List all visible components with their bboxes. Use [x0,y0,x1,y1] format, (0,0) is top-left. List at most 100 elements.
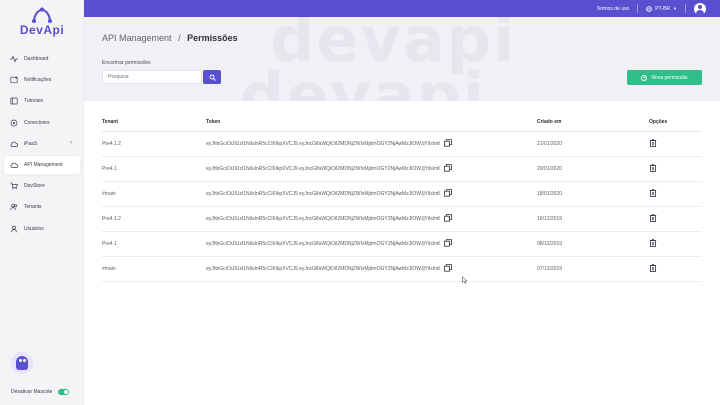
language-selector[interactable]: PT-BR ▼ [646,6,677,12]
user-avatar[interactable] [694,2,706,15]
column-header-options: Opções [649,118,668,125]
table-row: Pre4.1 eyJhbGciOiJIUzI1NiIsInR5cCI6IkpXV… [102,232,702,257]
page-header: devapi devapi API Management / Permissõe… [84,17,720,101]
table-row: Pre4.1.2 eyJhbGciOiJIUzI1NiIsInR5cCI6Ikp… [102,207,702,232]
sidebar-item-label: Tenants [24,204,42,211]
created-cell: 20/01/2020 [537,166,563,172]
mascot-eye-right [23,359,26,362]
new-permission-button[interactable]: + Nova permissão [627,70,702,85]
sidebar-item-notificacoes[interactable]: Notificações [4,71,80,89]
table-row: #main eyJhbGciOiJIUzI1NiIsInR5cCI6IkpXVC… [102,257,702,282]
mascot-eye-left [19,359,22,362]
cart-icon [10,182,18,190]
sidebar-item-devstore[interactable]: DevStore [4,177,80,195]
options-cell [649,264,702,274]
created-cell: 10/12/2019 [537,216,563,222]
trash-icon[interactable] [649,214,657,224]
sidebar-item-label: Notificações [24,77,52,84]
mouse-cursor-icon [462,276,468,284]
sidebar-item-dashboard[interactable]: Dashboard [4,50,80,68]
token-text: eyJhbGciOiJIUzI1NiIsInR5cCI6IkpXVCJ9.eyJ… [206,191,440,197]
search-button[interactable] [203,70,221,84]
user-icon [10,225,18,233]
created-cell: 07/12/2019 [537,266,563,272]
cloud-icon [10,161,18,169]
search-input[interactable] [102,70,202,84]
table-header: Tenant Token Criado em Opções [102,112,702,132]
cloud-upload-icon [10,140,18,148]
sidebar-item-label: API Management [24,161,63,168]
options-cell [649,214,702,224]
created-cell: 18/01/2020 [537,191,563,197]
token-text: eyJhbGciOiJIUzI1NiIsInR5cCI6IkpXVCJ9.eyJ… [206,216,440,222]
trash-icon[interactable] [649,239,657,249]
mascot-avatar[interactable] [11,352,33,374]
trash-icon[interactable] [649,189,657,199]
page-title: Permissões [187,33,238,43]
language-label: PT-BR [655,5,671,12]
token-text: eyJhbGciOiJIUzI1NiIsInR5cCI6IkpXVCJ9.eyJ… [206,266,440,272]
sidebar-item-label: Tutoriais [24,98,43,105]
copy-icon[interactable] [444,264,452,274]
options-cell [649,139,702,149]
sidebar-item-ipaas[interactable]: iPaaS › [4,135,80,153]
trash-icon[interactable] [649,139,657,149]
topbar: Termos de uso PT-BR ▼ [84,0,720,17]
sidebar-nav: Dashboard Notificações Tutoriais Conecto… [4,50,80,241]
breadcrumb: API Management / Permissões [102,33,238,43]
sidebar-item-api-management[interactable]: API Management [4,155,80,174]
sidebar-item-usuarios[interactable]: Usuários [4,220,80,238]
logo-cloud-icon [32,7,52,23]
topbar-divider [637,4,639,13]
search-label: Encontrar permissões [102,60,151,66]
column-header-tenant: Tenant [102,118,119,125]
chevron-right-icon: › [70,139,72,146]
table-row: Pre4.1.2 eyJhbGciOiJIUzI1NiIsInR5cCI6Ikp… [102,132,702,157]
sidebar-item-label: iPaaS [24,140,38,147]
tenant-cell: Pre4.1.2 [102,141,121,147]
token-cell: eyJhbGciOiJIUzI1NiIsInR5cCI6IkpXVCJ9.eyJ… [206,189,537,199]
mascot-toggle-label: Desativar Mascote [11,389,53,395]
devapi-logo[interactable]: DevApi [14,7,70,37]
topbar-divider [685,4,686,13]
breadcrumb-parent[interactable]: API Management [102,33,172,43]
token-text: eyJhbGciOiJIUzI1NiIsInR5cCI6IkpXVCJ9.eyJ… [206,166,440,172]
sidebar-item-label: Conectores [24,119,50,126]
copy-icon[interactable] [444,214,452,224]
token-text: eyJhbGciOiJIUzI1NiIsInR5cCI6IkpXVCJ9.eyJ… [206,241,440,247]
copy-icon[interactable] [444,189,452,199]
trash-icon[interactable] [649,264,657,274]
terms-link[interactable]: Termos de uso [597,6,630,12]
notification-icon [10,76,18,84]
sidebar-item-tenants[interactable]: Tenants [4,198,80,216]
copy-icon[interactable] [444,139,452,149]
token-cell: eyJhbGciOiJIUzI1NiIsInR5cCI6IkpXVCJ9.eyJ… [206,239,537,249]
pulse-icon [10,55,18,63]
sidebar-item-label: DevStore [24,183,45,190]
mascot-toggle-switch[interactable] [58,389,70,395]
copy-icon[interactable] [444,164,452,174]
options-cell [649,239,702,249]
sidebar-item-tutoriais[interactable]: Tutoriais [4,92,80,110]
mascot-body [16,356,28,370]
trash-icon[interactable] [649,164,657,174]
created-cell: 21/01/2020 [537,141,563,147]
token-cell: eyJhbGciOiJIUzI1NiIsInR5cCI6IkpXVCJ9.eyJ… [206,214,537,224]
tenant-cell: Pre4.1 [102,166,117,172]
logo-text: DevApi [19,23,65,37]
token-cell: eyJhbGciOiJIUzI1NiIsInR5cCI6IkpXVCJ9.eyJ… [206,264,537,274]
sidebar: DevApi Dashboard Notificações Tutoriais … [0,0,84,405]
new-permission-label: Nova permissão [651,74,688,81]
permissions-table: Tenant Token Criado em Opções Pre4.1.2 e… [102,112,702,282]
watermark-text: devapi [240,59,487,102]
created-cell: 08/12/2019 [537,241,563,247]
sidebar-item-conectores[interactable]: Conectores [4,114,80,132]
tenant-cell: #main [102,266,116,272]
column-header-created: Criado em [537,118,562,125]
plus-circle-icon: + [641,74,648,81]
token-text: eyJhbGciOiJIUzI1NiIsInR5cCI6IkpXVCJ9.eyJ… [206,141,440,147]
copy-icon[interactable] [444,239,452,249]
table-row: Pre4.1 eyJhbGciOiJIUzI1NiIsInR5cCI6IkpXV… [102,157,702,182]
users-icon [10,203,18,211]
book-icon [10,97,18,105]
